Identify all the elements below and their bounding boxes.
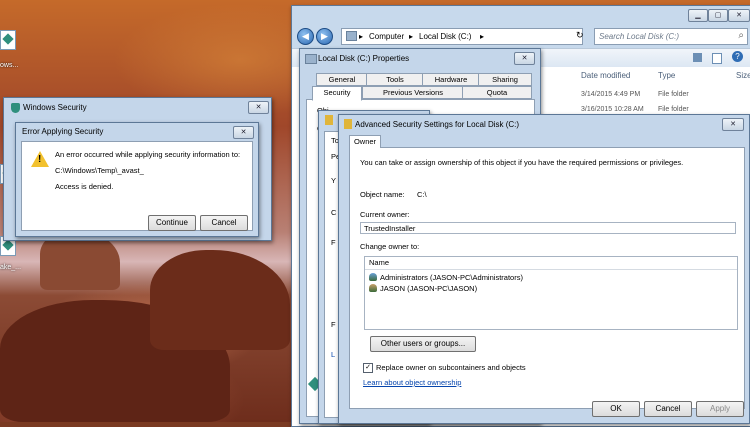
row-type: File folder [658, 106, 689, 113]
minimize-button[interactable]: ▁ [688, 9, 708, 22]
label-fragment: F [331, 238, 336, 247]
cancel-button[interactable]: Cancel [200, 215, 248, 231]
refresh-icon[interactable]: ↻ [576, 30, 584, 41]
folder-icon [325, 115, 333, 125]
error-body: ! An error occurred while applying secur… [21, 141, 253, 231]
shield-icon [11, 103, 20, 113]
back-arrow-icon[interactable]: ◀ [297, 28, 314, 45]
apply-button[interactable]: Apply [696, 401, 744, 417]
object-name-label: Object name: [360, 190, 405, 199]
breadcrumb-separator: ▸ [480, 32, 485, 41]
column-type[interactable]: Type [658, 71, 675, 80]
row-date: 3/14/2015 4:49 PM [581, 91, 641, 98]
drive-icon [346, 31, 357, 41]
close-button[interactable]: ✕ [728, 9, 750, 22]
preview-pane-icon[interactable] [712, 53, 722, 64]
error-message: An error occurred while applying securit… [55, 150, 241, 159]
help-icon[interactable]: ? [732, 51, 743, 62]
breadcrumb-local-disk[interactable]: Local Disk (C:) [419, 32, 471, 41]
change-owner-label: Change owner to: [360, 242, 420, 251]
error-dialog: Error Applying Security ✕ ! An error occ… [15, 122, 259, 237]
breadcrumb-computer[interactable]: Computer [369, 32, 404, 41]
owner-name: Administrators (JASON-PC\Administrators) [380, 273, 523, 282]
close-button[interactable]: ✕ [514, 52, 535, 65]
user-icon [369, 284, 377, 292]
ok-button[interactable]: OK [592, 401, 640, 417]
list-item[interactable]: JASON (JASON-PC\JASON) [369, 284, 477, 294]
owner-panel: You can take or assign ownership of this… [349, 147, 745, 409]
breadcrumb-separator: ▸ [359, 32, 364, 41]
close-button[interactable]: ✕ [248, 101, 269, 114]
drive-icon [305, 54, 317, 64]
column-date-modified[interactable]: Date modified [581, 71, 630, 80]
cancel-button[interactable]: Cancel [644, 401, 692, 417]
tab-owner[interactable]: Owner [349, 135, 381, 148]
tab-sharing[interactable]: Sharing [478, 73, 532, 86]
learn-ownership-link[interactable]: Learn about object ownership [363, 378, 461, 387]
advanced-title: Advanced Security Settings for Local Dis… [355, 120, 520, 129]
search-icon: ⌕ [738, 30, 744, 41]
breadcrumb-separator: ▸ [409, 32, 414, 41]
warning-icon: ! [31, 151, 49, 167]
tab-tools[interactable]: Tools [366, 73, 424, 86]
desktop-shortcut-icon[interactable] [0, 30, 16, 50]
column-size[interactable]: Size [736, 71, 750, 80]
link-fragment[interactable]: L [331, 350, 335, 359]
owner-name: JASON (JASON-PC\JASON) [380, 284, 478, 293]
current-owner-field: TrustedInstaller [360, 222, 736, 234]
tab-security[interactable]: Security [312, 86, 362, 101]
close-button[interactable]: ✕ [233, 126, 254, 139]
tab-previous-versions[interactable]: Previous Versions [362, 86, 464, 99]
replace-owner-checkbox[interactable]: ✓ [363, 363, 373, 373]
desktop-icon-label: ows... [0, 62, 19, 69]
tab-hardware[interactable]: Hardware [422, 73, 480, 86]
address-bar[interactable]: ▸ Computer ▸ Local Disk (C:) ▸ [341, 28, 583, 45]
label-fragment: Y [331, 176, 337, 185]
error-detail: Access is denied. [55, 182, 114, 191]
owner-candidates-list[interactable]: Name Administrators (JASON-PC\Administra… [364, 256, 738, 330]
folder-icon [344, 119, 352, 129]
owner-intro-text: You can take or assign ownership of this… [360, 158, 684, 167]
rock-formation [150, 250, 290, 350]
row-type: File folder [658, 91, 689, 98]
row-date: 3/16/2015 10:28 AM [581, 106, 644, 113]
tab-quota[interactable]: Quota [462, 86, 532, 99]
list-item[interactable]: Administrators (JASON-PC\Administrators) [369, 273, 523, 283]
search-input[interactable]: Search Local Disk (C:) ⌕ [594, 28, 748, 45]
replace-owner-label: Replace owner on subcontainers and objec… [376, 363, 526, 372]
maximize-button[interactable]: ▢ [708, 9, 728, 22]
close-button[interactable]: ✕ [722, 118, 744, 131]
properties-title: Local Disk (C:) Properties [318, 54, 410, 63]
user-group-icon [369, 273, 377, 281]
other-users-button[interactable]: Other users or groups... [370, 336, 476, 352]
label-fragment: F [331, 320, 336, 329]
current-owner-label: Current owner: [360, 210, 410, 219]
advanced-security-window: Advanced Security Settings for Local Dis… [338, 114, 750, 424]
view-options-icon[interactable] [693, 53, 702, 62]
tab-general[interactable]: General [316, 73, 368, 86]
windows-security-title: Windows Security [23, 103, 87, 112]
object-name-value: C:\ [417, 190, 427, 199]
search-placeholder: Search Local Disk (C:) [599, 32, 680, 41]
continue-button[interactable]: Continue [148, 215, 196, 231]
list-header-name[interactable]: Name [365, 257, 737, 270]
error-dialog-title: Error Applying Security [22, 127, 104, 136]
forward-arrow-icon[interactable]: ▶ [316, 28, 333, 45]
error-path: C:\Windows\Temp\_avast_ [55, 166, 144, 175]
desktop-icon-label: ake_... [0, 264, 22, 271]
label-fragment: C [331, 208, 337, 217]
